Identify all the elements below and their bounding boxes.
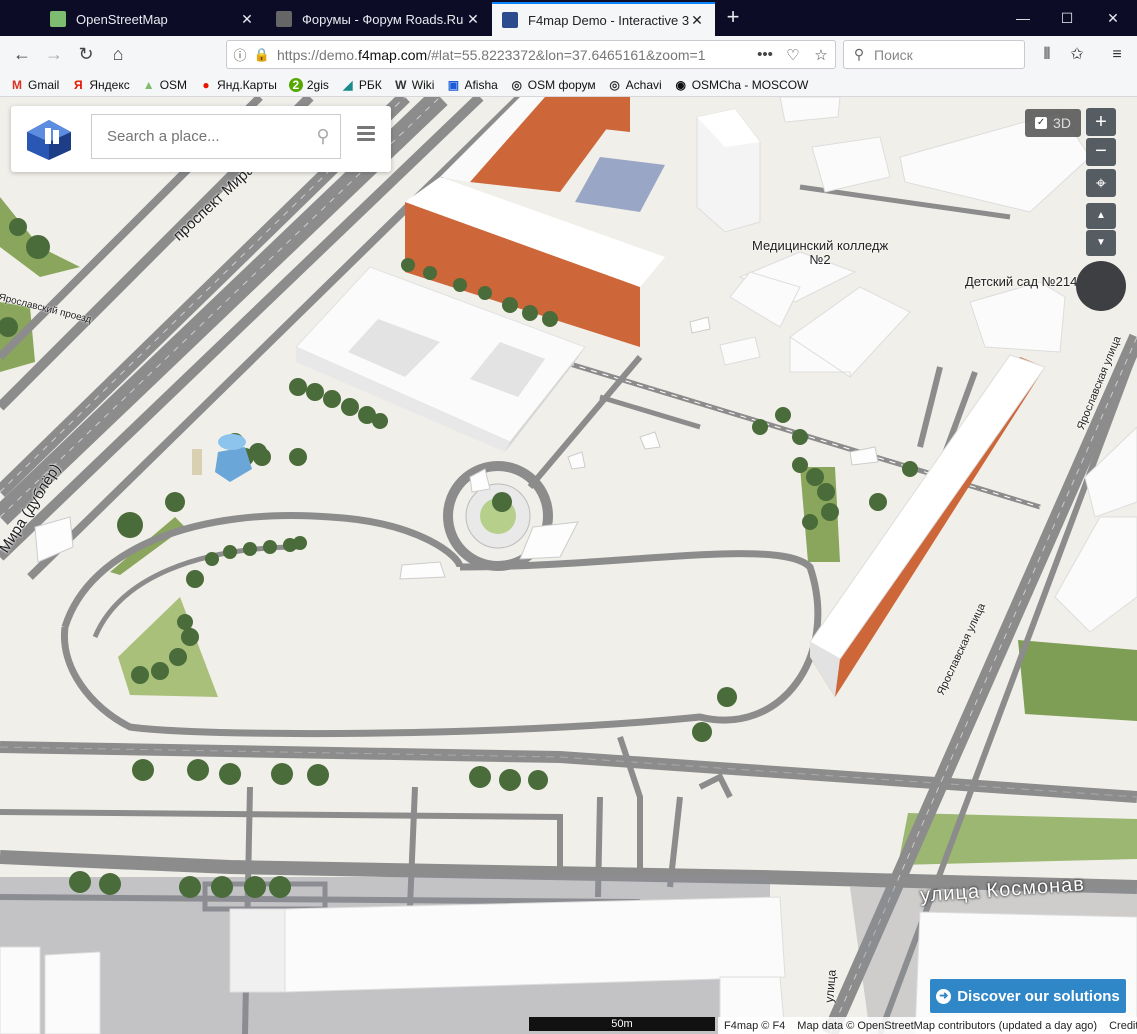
map-menu-icon[interactable] xyxy=(357,126,375,144)
globe-icon: ◎ xyxy=(511,77,523,92)
afisha-icon: ▣ xyxy=(447,77,460,92)
roads-favicon-icon xyxy=(276,11,292,27)
tab-openstreetmap[interactable]: OpenStreetMap ✕ xyxy=(40,2,265,36)
bookmark-achavi[interactable]: ◎ Achavi xyxy=(608,77,661,92)
arrow-right-circle-icon: ➜ xyxy=(936,988,952,1004)
label-kindergarten: Детский сад №2142 xyxy=(965,274,1085,289)
yandex-icon: Я xyxy=(74,77,83,92)
locate-button[interactable]: ⌖ xyxy=(1086,169,1116,197)
tab-title: Форумы - Форум Roads.Ru xyxy=(302,11,464,27)
label-ulitsa: улица xyxy=(822,969,839,1004)
tab-f4map[interactable]: F4map Demo - Interactive 3D m ✕ xyxy=(492,2,715,36)
bookmark-wiki[interactable]: W Wiki xyxy=(394,77,434,92)
osm-icon: ▲ xyxy=(142,77,155,92)
home-icon[interactable]: ⌂ xyxy=(104,40,132,68)
url-text[interactable]: https://demo.f4map.com/#lat=55.8223372&l… xyxy=(271,47,751,63)
discover-label: Discover our solutions xyxy=(957,987,1120,1005)
map-search-panel: ⚲ xyxy=(11,106,391,172)
zoom-out-button[interactable]: − xyxy=(1086,138,1116,166)
info-icon[interactable]: ⓘ xyxy=(227,45,253,64)
bookmark-osm[interactable]: ▲ OSM xyxy=(142,78,187,92)
library-icon[interactable]: ⫴ xyxy=(1034,42,1060,68)
search-placeholder: Поиск xyxy=(874,46,913,63)
map-scale: 50m xyxy=(529,1017,715,1031)
search-icon[interactable]: ⚲ xyxy=(306,126,340,147)
attribution-data[interactable]: Map data © OpenStreetMap contributors (u… xyxy=(797,1020,1097,1032)
wikipedia-icon: W xyxy=(395,77,407,92)
college-building xyxy=(719,97,1091,378)
grass-area xyxy=(898,813,1137,865)
grass-area xyxy=(118,597,218,697)
close-tab-icon[interactable]: ✕ xyxy=(239,11,255,28)
bookmark-osmcha[interactable]: ◉ OSMCha - MOSCOW xyxy=(674,77,808,92)
close-tab-icon[interactable]: ✕ xyxy=(465,11,481,28)
parking-area xyxy=(575,157,665,212)
place-search-input[interactable] xyxy=(92,128,306,145)
bookmark-afisha[interactable]: ▣ Afisha xyxy=(446,77,498,92)
search-icon: ⚲ xyxy=(853,46,865,62)
bookmark-2gis[interactable]: 2 2gis xyxy=(288,77,329,92)
bookmark-rbc[interactable]: ◢ РБК xyxy=(341,78,382,92)
page-actions-icon[interactable]: ••• xyxy=(751,46,779,63)
navigation-toolbar: ← → ↻ ⌂ ⓘ 🔒 https://demo.f4map.com/#lat=… xyxy=(0,36,1137,73)
close-tab-icon[interactable]: ✕ xyxy=(689,12,705,29)
minimize-button[interactable]: — xyxy=(1000,4,1046,32)
pocket-icon[interactable]: ♡ xyxy=(779,46,807,64)
attribution-brand[interactable]: F4map © F4 xyxy=(724,1020,785,1032)
osm-favicon-icon xyxy=(50,11,66,27)
toggle-3d-label: 3D xyxy=(1053,115,1071,131)
gmail-icon: M xyxy=(12,77,22,92)
main-road xyxy=(0,741,1137,803)
search-bar[interactable]: ⚲ Поиск xyxy=(843,40,1025,69)
tab-roads-forum[interactable]: Форумы - Форум Roads.Ru ✕ xyxy=(266,2,491,36)
close-window-button[interactable]: ✕ xyxy=(1090,4,1136,32)
map-viewport[interactable]: Медицинский колледж №2 Детский сад №2142… xyxy=(0,97,1137,1034)
bookmark-star-icon[interactable]: ☆ xyxy=(807,46,835,64)
f4map-favicon-icon xyxy=(502,12,518,28)
zoom-in-button[interactable]: + xyxy=(1086,108,1116,136)
reload-icon[interactable]: ↻ xyxy=(72,40,100,68)
tab-title: F4map Demo - Interactive 3D m xyxy=(528,12,689,28)
bookmark-gmail[interactable]: M Gmail xyxy=(10,78,59,92)
rbc-icon: ◢ xyxy=(343,77,353,92)
tab-title: OpenStreetMap xyxy=(76,11,168,27)
label-medical-college: Медицинский колледж №2 xyxy=(752,238,889,267)
fountain xyxy=(192,434,252,482)
osmcha-icon: ◉ xyxy=(675,77,686,92)
bookmarks-toolbar: M Gmail Я Яндекс ▲ OSM ● Янд.Карты 2 2gis ◢ РБ… xyxy=(0,73,1137,97)
bookmark-yandex[interactable]: Я Яндекс xyxy=(71,77,130,92)
toggle-3d-button[interactable]: ✓ 3D xyxy=(1025,109,1081,137)
back-icon[interactable]: ← xyxy=(8,40,36,68)
bookmarks-star-icon[interactable]: ✩ xyxy=(1064,42,1090,68)
tab-bar: OpenStreetMap ✕ Форумы - Форум Roads.Ru … xyxy=(0,0,1137,36)
grass-area xyxy=(1018,640,1137,721)
address-bar[interactable]: ⓘ 🔒 https://demo.f4map.com/#lat=55.82233… xyxy=(226,40,836,69)
globe-icon: ◎ xyxy=(609,77,620,92)
2gis-icon: 2 xyxy=(288,77,303,92)
discover-solutions-button[interactable]: ➜ Discover our solutions xyxy=(930,979,1126,1013)
bookmark-yandex-maps[interactable]: ● Янд.Карты xyxy=(199,77,276,92)
place-search-box[interactable]: ⚲ xyxy=(91,114,341,159)
checkbox-checked-icon: ✓ xyxy=(1035,117,1048,129)
compass-button[interactable] xyxy=(1076,261,1126,311)
bookmark-osm-forum[interactable]: ◎ OSM форум xyxy=(510,78,596,92)
map-attribution: F4map © F4 Map data © OpenStreetMap cont… xyxy=(718,1017,1137,1034)
lock-icon[interactable]: 🔒 xyxy=(253,47,271,63)
map-pin-icon: ● xyxy=(202,77,210,92)
new-tab-button[interactable]: + xyxy=(720,4,746,32)
f4map-logo-icon xyxy=(27,120,71,160)
forward-icon[interactable]: → xyxy=(40,40,68,68)
tilt-down-button[interactable]: ▼ xyxy=(1086,230,1116,256)
attribution-credits[interactable]: Credits xyxy=(1109,1020,1137,1032)
maximize-button[interactable]: ☐ xyxy=(1044,4,1090,32)
tilt-up-button[interactable]: ▲ xyxy=(1086,203,1116,229)
hamburger-menu-icon[interactable]: ≡ xyxy=(1104,42,1130,68)
